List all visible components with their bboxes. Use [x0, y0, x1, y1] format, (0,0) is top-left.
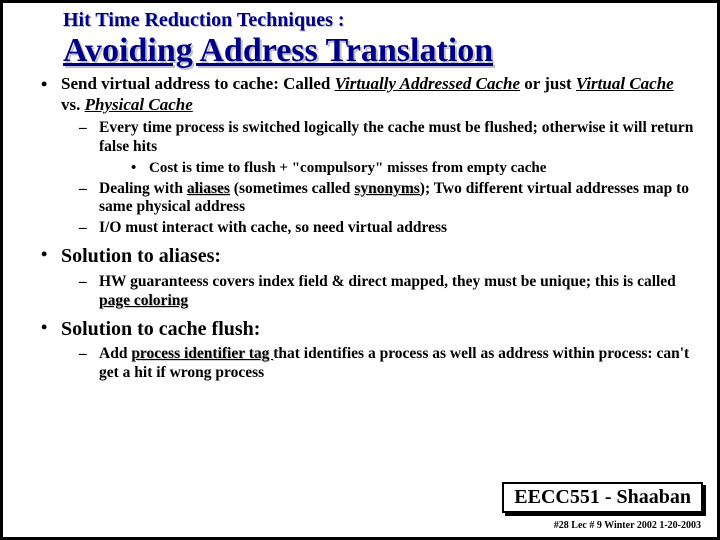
sub-1-1-a: Cost is time to flush + "compulsory" mis…: [131, 159, 697, 177]
term-pc: Physical Cache: [85, 95, 193, 114]
term-page-coloring: page coloring: [99, 292, 188, 309]
term-aliases: aliases: [187, 180, 230, 197]
course-box: EECC551 - Shaaban: [502, 482, 703, 513]
slide-header: Hit Time Reduction Techniques : Avoiding…: [3, 3, 717, 70]
text: Dealing with: [99, 180, 187, 197]
text: Solution to cache flush:: [61, 318, 260, 340]
slide-title: Avoiding Address Translation: [63, 32, 697, 70]
text: vs.: [61, 95, 85, 114]
sub-2-1: HW guaranteess covers index field & dire…: [79, 273, 697, 311]
term-vc: Virtual Cache: [576, 74, 674, 93]
text: Solution to aliases:: [61, 245, 221, 267]
term-vac: Virtually Addressed Cache: [335, 74, 520, 93]
text: or just: [520, 74, 576, 93]
bullet-1: Send virtual address to cache: Called Vi…: [31, 74, 697, 238]
term-pid-tag: process identifier tag: [131, 345, 273, 362]
sub-1-1: Every time process is switched logically…: [79, 119, 697, 177]
bullet-2: Solution to aliases: HW guaranteess cove…: [31, 244, 697, 310]
bullet-3: Solution to cache flush: Add process ide…: [31, 317, 697, 383]
slide-subtitle: Hit Time Reduction Techniques :: [63, 9, 697, 32]
text: HW guaranteess covers index field & dire…: [99, 273, 676, 290]
slide-content: Send virtual address to cache: Called Vi…: [3, 70, 717, 383]
text: (sometimes called: [230, 180, 354, 197]
term-synonyms: synonyms: [354, 180, 419, 197]
footer-meta: #28 Lec # 9 Winter 2002 1-20-2003: [554, 520, 701, 531]
slide-frame: Hit Time Reduction Techniques : Avoiding…: [0, 0, 720, 540]
text: Add: [99, 345, 131, 362]
sub-1-3: I/O must interact with cache, so need vi…: [79, 219, 697, 238]
text: Send virtual address to cache: Called: [61, 74, 335, 93]
text: Every time process is switched logically…: [99, 119, 693, 155]
sub-1-2: Dealing with aliases (sometimes called s…: [79, 180, 697, 218]
sub-3-1: Add process identifier tag that identifi…: [79, 345, 697, 383]
